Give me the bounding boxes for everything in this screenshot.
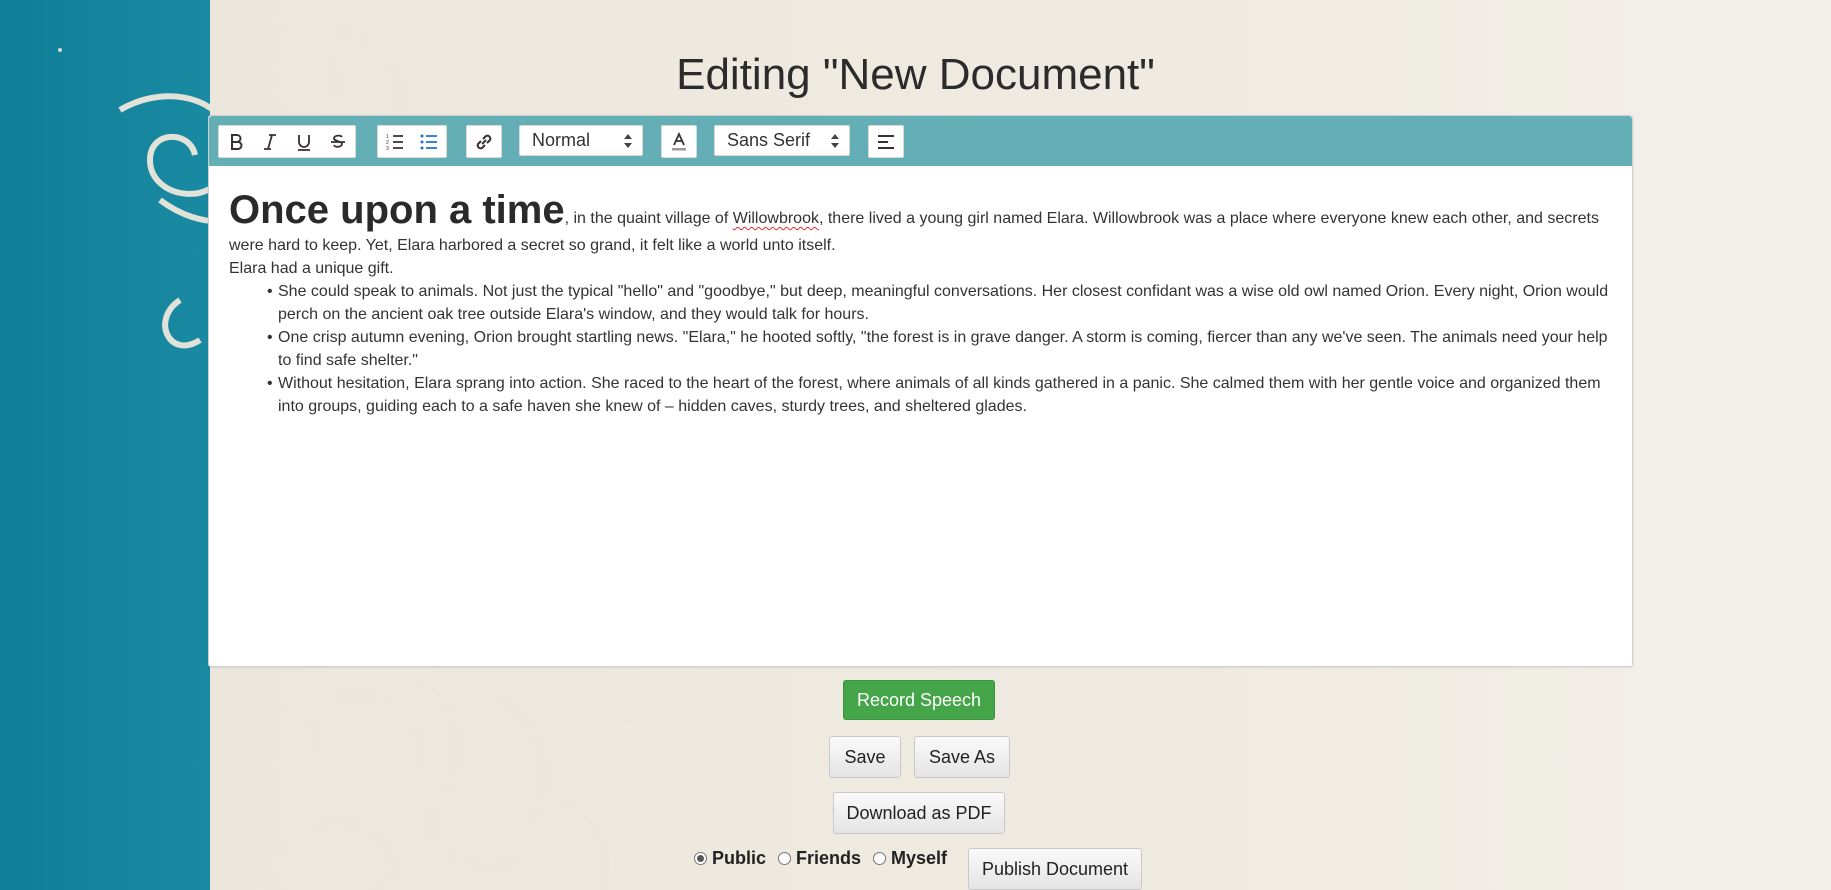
visibility-radio-group: Public Friends Myself [694, 848, 959, 869]
radio-public-circle[interactable] [694, 852, 707, 865]
link-button[interactable] [467, 126, 501, 157]
radio-public[interactable]: Public [694, 848, 766, 869]
select-caret-icon [624, 134, 632, 148]
document-heading: Once upon a time [229, 188, 565, 232]
radio-public-label: Public [712, 848, 767, 868]
list-item: Without hesitation, Elara sprang into ac… [267, 372, 1612, 418]
radio-friends[interactable]: Friends [778, 848, 861, 869]
download-pdf-button[interactable]: Download as PDF [833, 792, 1005, 834]
rich-text-editor[interactable]: 123 Normal Sans Serif Once upon a time, … [208, 115, 1633, 667]
italic-icon [264, 133, 276, 150]
heading-select-value: Normal [532, 130, 591, 150]
text-color-icon [672, 131, 686, 150]
strikethrough-button[interactable] [321, 126, 355, 157]
bullet-list-icon [420, 134, 437, 149]
bullet-list-button[interactable] [412, 126, 446, 157]
align-group [868, 125, 904, 158]
radio-friends-circle[interactable] [778, 852, 792, 865]
link-icon [476, 134, 492, 149]
save-button[interactable]: Save [829, 736, 901, 778]
radio-myself-circle[interactable] [873, 852, 887, 865]
radio-myself-label: Myself [891, 848, 948, 868]
editor-toolbar: 123 Normal Sans Serif [209, 116, 1632, 166]
underline-icon [298, 134, 310, 151]
save-as-button[interactable]: Save As [914, 736, 1010, 778]
paragraph-line: Elara had a unique gift. [229, 260, 394, 277]
heading-select[interactable]: Normal [519, 125, 643, 156]
intro-paragraph: Once upon a time, in the quaint village … [229, 186, 1612, 257]
radio-friends-label: Friends [796, 848, 862, 868]
list-item: She could speak to animals. Not just the… [267, 280, 1612, 326]
underline-button[interactable] [287, 126, 321, 157]
text-color-button[interactable] [662, 126, 696, 157]
select-caret-icon [831, 134, 839, 148]
text-format-group [218, 125, 356, 158]
align-button[interactable] [869, 126, 903, 157]
font-select-value: Sans Serif [727, 130, 811, 150]
page-title: Editing "New Document" [676, 50, 1155, 99]
bold-icon [231, 133, 243, 150]
publish-document-button[interactable]: Publish Document [968, 848, 1142, 890]
color-group [661, 125, 697, 158]
ordered-list-button[interactable]: 123 [378, 126, 412, 157]
intro-text-pre: , in the quaint village of [564, 210, 733, 227]
radio-myself[interactable]: Myself [873, 848, 947, 869]
list-group: 123 [377, 125, 447, 158]
font-select[interactable]: Sans Serif [714, 125, 850, 156]
strikethrough-icon [331, 134, 345, 148]
list-item: One crisp autumn evening, Orion brought … [267, 326, 1612, 372]
misspelled-word[interactable]: Willowbrook [733, 210, 819, 227]
record-speech-button[interactable]: Record Speech [843, 680, 995, 720]
link-group [466, 125, 502, 158]
align-left-icon [878, 134, 894, 149]
ordered-list-icon: 123 [386, 134, 403, 152]
svg-text:3: 3 [386, 146, 389, 152]
bold-button[interactable] [219, 126, 253, 157]
bullet-list: She could speak to animals. Not just the… [229, 280, 1612, 418]
editor-content[interactable]: Once upon a time, in the quaint village … [209, 166, 1632, 438]
italic-button[interactable] [253, 126, 287, 157]
